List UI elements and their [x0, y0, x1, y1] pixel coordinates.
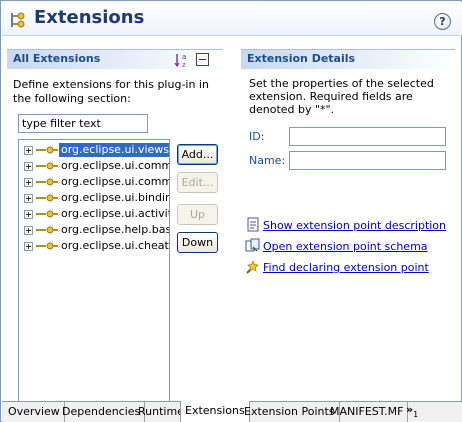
extension-icon — [36, 146, 58, 154]
tree-item[interactable]: org.eclipse.ui.comma — [19, 174, 169, 190]
svg-text:z: z — [182, 61, 186, 68]
expand-icon[interactable] — [24, 242, 33, 251]
more-tabs-button[interactable]: »1 — [406, 403, 419, 419]
tree-item-label: org.eclipse.ui.binding — [61, 191, 170, 204]
open-schema-link[interactable]: Open extension point schema — [263, 240, 428, 253]
expand-icon[interactable] — [24, 210, 33, 219]
filter-input[interactable] — [18, 114, 148, 133]
id-field[interactable] — [289, 127, 446, 146]
tree-item-label: org.eclipse.ui.comma — [61, 159, 170, 172]
expand-icon[interactable] — [24, 194, 33, 203]
extensions-tree[interactable]: org.eclipse.ui.views org.eclipse.ui.comm… — [18, 139, 170, 422]
up-button[interactable]: Up — [177, 204, 218, 225]
expand-icon[interactable] — [24, 178, 33, 187]
tab-overview[interactable]: Overview — [4, 402, 65, 422]
extension-icon — [36, 178, 58, 186]
sort-alphabetically-icon[interactable]: a z — [174, 52, 190, 68]
tree-item[interactable]: org.eclipse.ui.views — [19, 142, 169, 158]
tab-manifest[interactable]: MANIFEST.MF — [326, 402, 409, 422]
extensions-icon — [11, 12, 25, 28]
tree-item[interactable]: org.eclipse.ui.cheats — [19, 238, 169, 254]
extension-icon — [36, 242, 58, 250]
tab-extension-points[interactable]: Extension Points — [240, 402, 340, 422]
find-declaring-link[interactable]: Find declaring extension point — [263, 261, 429, 274]
extension-icon — [36, 210, 58, 218]
page-title: Extensions — [34, 7, 145, 28]
expand-icon[interactable] — [24, 162, 33, 171]
more-tabs-count: 1 — [413, 410, 419, 419]
tree-item[interactable]: org.eclipse.ui.binding — [19, 190, 169, 206]
svg-text:a: a — [182, 53, 186, 61]
tree-item[interactable]: org.eclipse.help.base — [19, 222, 169, 238]
expand-icon[interactable] — [24, 226, 33, 235]
collapse-all-icon[interactable] — [196, 53, 209, 66]
extension-details-description: Set the properties of the selected exten… — [249, 77, 434, 116]
tree-item[interactable]: org.eclipse.ui.comma — [19, 158, 169, 174]
name-field[interactable] — [289, 151, 446, 170]
id-label: ID: — [249, 130, 265, 143]
tree-item-label: org.eclipse.ui.views — [59, 143, 170, 157]
show-description-link[interactable]: Show extension point description — [263, 219, 446, 232]
tree-item-label: org.eclipse.ui.cheats — [61, 239, 170, 252]
find-declaring-icon — [246, 260, 259, 274]
extension-icon — [36, 226, 58, 234]
tree-item-label: org.eclipse.ui.comma — [61, 175, 170, 188]
description-icon — [247, 217, 259, 232]
form-header: Extensions ? — [2, 2, 462, 36]
add-button[interactable]: Add... — [177, 144, 218, 165]
extension-details-title: Extension Details — [241, 49, 455, 69]
editor-frame: Extensions ? All Extensions a z Define e… — [0, 0, 462, 422]
name-label: Name: — [249, 154, 286, 167]
extension-icon — [36, 162, 58, 170]
editor-tabs: Overview Dependencies Runtime Extensions… — [2, 401, 462, 422]
all-extensions-title: All Extensions — [7, 49, 223, 69]
tab-dependencies[interactable]: Dependencies — [58, 402, 146, 422]
tree-item-label: org.eclipse.help.base — [61, 223, 170, 236]
expand-icon[interactable] — [24, 146, 33, 155]
extension-icon — [36, 194, 58, 202]
tree-item-label: org.eclipse.ui.activity — [61, 207, 170, 220]
all-extensions-section: All Extensions a z Define extensions for… — [7, 49, 223, 422]
tree-item[interactable]: org.eclipse.ui.activity — [19, 206, 169, 222]
all-extensions-description: Define extensions for this plug-in in th… — [13, 78, 209, 105]
schema-icon — [245, 238, 260, 252]
edit-button[interactable]: Edit... — [177, 172, 218, 193]
help-icon[interactable]: ? — [434, 13, 451, 30]
down-button[interactable]: Down — [177, 232, 218, 253]
